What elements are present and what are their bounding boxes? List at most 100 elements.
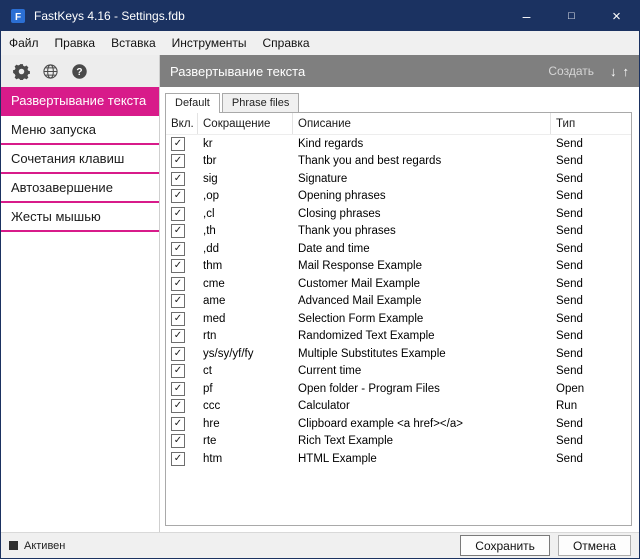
row-type: Send	[556, 452, 583, 465]
table-row[interactable]: ✓ pf Open folder - Program Files Open	[166, 380, 631, 398]
table-row[interactable]: ✓ rte Rich Text Example Send	[166, 433, 631, 451]
row-checkbox[interactable]: ✓	[171, 206, 185, 221]
row-type: Send	[556, 172, 583, 185]
row-type: Send	[556, 295, 583, 308]
row-checkbox[interactable]: ✓	[171, 154, 185, 169]
row-check-cell: ✓	[166, 135, 198, 153]
tab-phrase-files[interactable]: Phrase files	[221, 93, 300, 112]
row-checkbox[interactable]: ✓	[171, 224, 185, 239]
sidebar-item[interactable]: Развертывание текста	[1, 87, 159, 116]
row-type: Send	[556, 207, 583, 220]
column-header[interactable]: Тип	[551, 113, 631, 134]
row-abbreviation: cme	[203, 277, 225, 290]
row-check-cell: ✓	[166, 240, 198, 258]
row-checkbox[interactable]: ✓	[171, 381, 185, 396]
row-checkbox[interactable]: ✓	[171, 241, 185, 256]
maximize-button[interactable]: □	[549, 1, 594, 31]
cancel-button[interactable]: Отмена	[557, 535, 631, 556]
table-row[interactable]: ✓ rtn Randomized Text Example Send	[166, 328, 631, 346]
row-checkbox[interactable]: ✓	[171, 136, 185, 151]
row-description: Customer Mail Example	[298, 277, 421, 290]
app-icon: F	[10, 8, 26, 24]
row-type: Open	[556, 382, 585, 395]
row-checkbox[interactable]: ✓	[171, 399, 185, 414]
status-indicator-icon	[9, 541, 18, 550]
close-button[interactable]: ×	[594, 1, 639, 31]
row-checkbox[interactable]: ✓	[171, 171, 185, 186]
sidebar-nav: Развертывание текста Меню запуска Сочетани…	[1, 87, 159, 232]
row-checkbox[interactable]: ✓	[171, 311, 185, 326]
row-description: Signature	[298, 172, 348, 185]
table-row[interactable]: ✓ ,op Opening phrases Send	[166, 188, 631, 206]
row-check-cell: ✓	[166, 310, 198, 328]
row-abbreviation: kr	[203, 137, 213, 150]
table-row[interactable]: ✓ ame Advanced Mail Example Send	[166, 293, 631, 311]
row-abbreviation: ,cl	[203, 207, 215, 220]
column-header[interactable]: Описание	[293, 113, 551, 134]
row-description: Current time	[298, 365, 362, 378]
row-check-cell: ✓	[166, 275, 198, 293]
menu-item[interactable]: Файл	[1, 31, 47, 55]
menu-item[interactable]: Инструменты	[164, 31, 255, 55]
table-row[interactable]: ✓ kr Kind regards Send	[166, 135, 631, 153]
table-row[interactable]: ✓ ccc Calculator Run	[166, 398, 631, 416]
row-checkbox[interactable]: ✓	[171, 451, 185, 466]
row-type: Send	[556, 312, 583, 325]
table-row[interactable]: ✓ htm HTML Example Send	[166, 450, 631, 468]
row-description: Thank you and best regards	[298, 155, 442, 168]
row-abbreviation: med	[203, 312, 226, 325]
row-description: HTML Example	[298, 452, 377, 465]
sidebar-item[interactable]: Меню запуска	[1, 116, 159, 145]
gear-icon[interactable]	[13, 63, 30, 80]
globe-icon[interactable]	[42, 63, 59, 80]
sort-up-icon[interactable]: ↑	[623, 64, 630, 79]
row-abbreviation: thm	[203, 260, 223, 273]
row-checkbox[interactable]: ✓	[171, 329, 185, 344]
minimize-button[interactable]: –	[504, 1, 549, 31]
row-checkbox[interactable]: ✓	[171, 364, 185, 379]
table-row[interactable]: ✓ ys/sy/yf/fy Multiple Substitutes Example…	[166, 345, 631, 363]
row-type: Send	[556, 435, 583, 448]
help-icon[interactable]: ?	[71, 63, 88, 80]
table-row[interactable]: ✓ tbr Thank you and best regards Send	[166, 153, 631, 171]
table-row[interactable]: ✓ ,cl Closing phrases Send	[166, 205, 631, 223]
row-description: Thank you phrases	[298, 225, 396, 238]
sidebar-item[interactable]: Автозавершение	[1, 174, 159, 203]
table-row[interactable]: ✓ hre Clipboard example <a href></a> Send	[166, 415, 631, 433]
row-checkbox[interactable]: ✓	[171, 434, 185, 449]
sidebar-toolbar: ?	[1, 55, 159, 87]
column-header[interactable]: Сокращение	[198, 113, 293, 134]
row-description: Opening phrases	[298, 190, 386, 203]
row-checkbox[interactable]: ✓	[171, 276, 185, 291]
sidebar-item[interactable]: Сочетания клавиш	[1, 145, 159, 174]
tab-default[interactable]: Default	[165, 93, 220, 113]
table-row[interactable]: ✓ ,th Thank you phrases Send	[166, 223, 631, 241]
status-area: Активен	[9, 540, 65, 552]
row-checkbox[interactable]: ✓	[171, 294, 185, 309]
sort-down-icon[interactable]: ↓	[610, 64, 617, 79]
action-buttons: Сохранить Отмена	[460, 535, 631, 556]
table-row[interactable]: ✓ thm Mail Response Example Send	[166, 258, 631, 276]
table-row[interactable]: ✓ ,dd Date and time Send	[166, 240, 631, 258]
sidebar-item[interactable]: Жесты мышью	[1, 203, 159, 232]
menu-item[interactable]: Справка	[255, 31, 318, 55]
svg-text:F: F	[15, 12, 21, 23]
row-checkbox[interactable]: ✓	[171, 259, 185, 274]
row-type: Send	[556, 190, 583, 203]
table-row[interactable]: ✓ med Selection Form Example Send	[166, 310, 631, 328]
row-type: Send	[556, 330, 583, 343]
table-row[interactable]: ✓ ct Current time Send	[166, 363, 631, 381]
section-title: Развертывание текста	[170, 63, 306, 79]
menu-item[interactable]: Правка	[47, 31, 104, 55]
save-button[interactable]: Сохранить	[460, 535, 550, 556]
table-row[interactable]: ✓ cme Customer Mail Example Send	[166, 275, 631, 293]
menu-item[interactable]: Вставка	[103, 31, 164, 55]
tab-strip: Default Phrase files	[165, 93, 632, 113]
row-checkbox[interactable]: ✓	[171, 416, 185, 431]
table-row[interactable]: ✓ sig Signature Send	[166, 170, 631, 188]
create-button[interactable]: Создать	[548, 64, 594, 78]
row-checkbox[interactable]: ✓	[171, 346, 185, 361]
column-header[interactable]: Вкл.	[166, 113, 198, 134]
content-area: ? Развертывание текста Меню запуска Сочета…	[1, 55, 639, 532]
row-checkbox[interactable]: ✓	[171, 189, 185, 204]
